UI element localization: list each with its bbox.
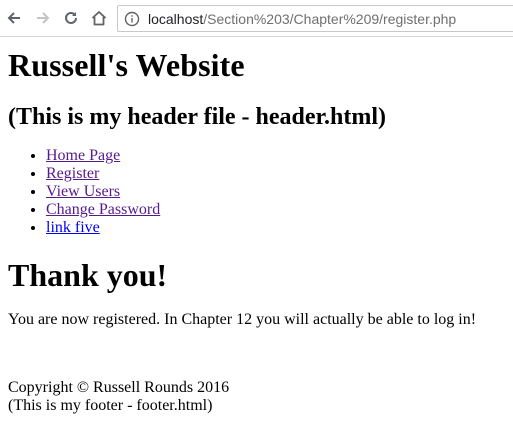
address-bar[interactable]: localhost/Section%203/Chapter%209/regist… xyxy=(117,5,513,32)
home-icon[interactable] xyxy=(89,8,109,28)
url-host: localhost xyxy=(148,10,204,27)
forward-arrow-icon[interactable] xyxy=(33,8,53,28)
registration-message: You are now registered. In Chapter 12 yo… xyxy=(8,311,477,329)
page-content: Russell's Website (This is my header fil… xyxy=(0,47,513,415)
thank-you-heading: Thank you! xyxy=(8,257,168,294)
list-item: link five xyxy=(46,219,505,237)
url-path: /Section%203/Chapter%209/register.php xyxy=(203,10,457,27)
header-subtitle: (This is my header file - header.html) xyxy=(8,103,386,130)
nav-link-five[interactable]: link five xyxy=(46,219,100,236)
site-title: Russell's Website xyxy=(8,47,245,83)
reload-icon[interactable] xyxy=(61,8,81,28)
list-item: Change Password xyxy=(46,201,505,219)
browser-toolbar: localhost/Section%203/Chapter%209/regist… xyxy=(0,0,513,37)
list-item: View Users xyxy=(46,183,505,201)
list-item: Register xyxy=(46,165,505,183)
footer: Copyright © Russell Rounds 2016 (This is… xyxy=(8,379,505,415)
nav-link-home-page[interactable]: Home Page xyxy=(46,147,120,164)
info-icon[interactable] xyxy=(124,11,140,27)
nav-list: Home Page Register View Users Change Pas… xyxy=(8,147,505,237)
nav-link-register[interactable]: Register xyxy=(46,165,99,182)
back-arrow-icon[interactable] xyxy=(4,8,24,28)
nav-link-change-password[interactable]: Change Password xyxy=(46,201,160,218)
list-item: Home Page xyxy=(46,147,505,165)
nav-link-view-users[interactable]: View Users xyxy=(46,183,120,200)
footer-copyright: Copyright © Russell Rounds 2016 xyxy=(8,379,230,397)
footer-note: (This is my footer - footer.html) xyxy=(8,397,213,415)
